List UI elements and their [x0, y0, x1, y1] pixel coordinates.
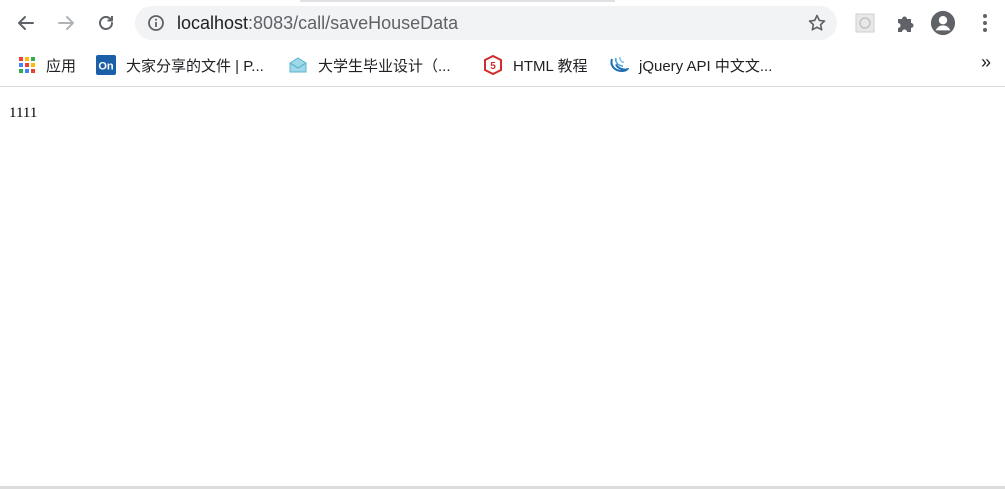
reload-button[interactable] [92, 9, 120, 37]
browser-toolbar: localhost:8083/call/saveHouseData [0, 0, 1005, 46]
address-url[interactable]: localhost:8083/call/saveHouseData [177, 13, 458, 34]
bookmarks-overflow-button[interactable]: » [981, 52, 991, 73]
url-path: :8083/call/saveHouseData [248, 13, 459, 33]
bookmarks-bar: 应用 On 大家分享的文件 | P... 大学生毕业设计（... 5 HTML … [0, 46, 1005, 87]
tab-strip-edge [300, 0, 615, 2]
bookmark-label: jQuery API 中文文... [639, 57, 773, 75]
processon-icon: On [96, 55, 116, 75]
bookmark-label: 大学生毕业设计（... [318, 57, 451, 75]
svg-text:5: 5 [490, 61, 496, 72]
address-bar[interactable]: localhost:8083/call/saveHouseData [135, 6, 837, 40]
bookmark-html-tutorial[interactable]: 5 HTML 教程 [483, 46, 587, 84]
url-host: localhost [177, 13, 249, 33]
back-icon [18, 16, 34, 30]
profile-button[interactable] [930, 10, 956, 36]
site-info-icon[interactable] [147, 14, 165, 32]
menu-kebab-icon [983, 14, 987, 32]
svg-text:On: On [98, 61, 114, 73]
bookmark-star-icon[interactable] [807, 13, 827, 33]
back-button[interactable] [12, 9, 40, 37]
bookmark-apps[interactable]: 应用 [18, 46, 76, 84]
jquery-icon [610, 56, 629, 73]
extension-tile-icon [855, 13, 875, 33]
profile-avatar-icon [930, 10, 956, 36]
browser-menu-button[interactable] [972, 10, 998, 36]
extension-tile-button[interactable] [852, 10, 878, 36]
page-content: 1111 [0, 87, 1005, 487]
bookmark-jquery-api[interactable]: jQuery API 中文文... [609, 46, 772, 84]
page-body-text: 1111 [9, 105, 38, 121]
bookmark-label: HTML 教程 [513, 57, 588, 75]
forward-button[interactable] [52, 9, 80, 37]
extensions-puzzle-icon [898, 16, 914, 32]
html5-icon: 5 [484, 55, 502, 75]
reload-icon [99, 16, 113, 30]
forward-icon [58, 16, 74, 30]
bookmark-processon[interactable]: On 大家分享的文件 | P... [96, 46, 264, 84]
bookmark-label: 应用 [46, 57, 77, 75]
bookmark-label: 大家分享的文件 | P... [126, 57, 264, 75]
apps-grid-icon [19, 57, 35, 73]
extensions-button[interactable] [892, 10, 918, 36]
bookmark-graduation[interactable]: 大学生毕业设计（... [288, 46, 451, 84]
graduation-icon [289, 57, 307, 73]
